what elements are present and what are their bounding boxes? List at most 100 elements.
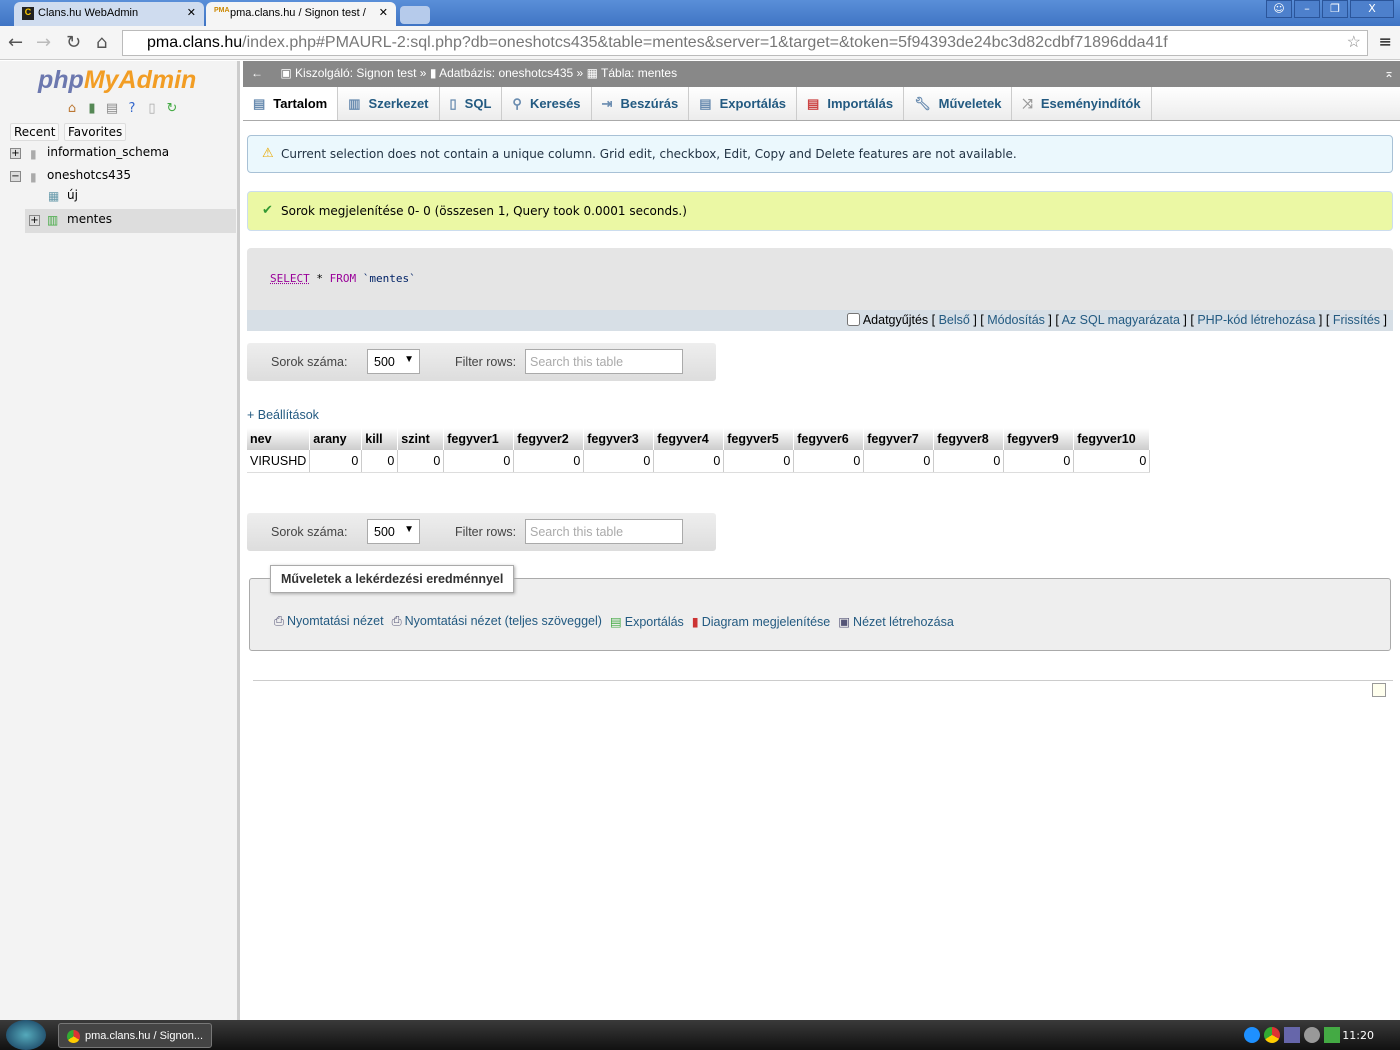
column-header-fegyver6[interactable]: fegyver6 <box>793 428 865 450</box>
reload-icon[interactable]: ↻ <box>66 32 81 53</box>
edit-link[interactable]: Módosítás <box>987 313 1045 327</box>
table-cell: 0 <box>933 450 1005 473</box>
results-table: nev arany kill szint fegyver1 fegyver2 fegyver… <box>247 428 1151 473</box>
tab-search[interactable]: ⚲ Keresés <box>502 87 592 120</box>
tree-item-new-table[interactable]: ▦ új <box>0 187 236 207</box>
filter-rows-input[interactable]: Search this table <box>525 519 683 544</box>
tree-label: mentes <box>67 212 113 226</box>
tab-insert[interactable]: ⇥ Beszúrás <box>592 87 690 120</box>
column-header-kill[interactable]: kill <box>361 428 399 450</box>
column-header-fegyver1[interactable]: fegyver1 <box>443 428 515 450</box>
tree-label: új <box>67 188 78 202</box>
settings-link[interactable]: + Beállítások <box>247 408 319 422</box>
back-icon[interactable]: ← <box>8 32 23 53</box>
chrome-tray-icon[interactable] <box>1264 1027 1280 1043</box>
phpmyadmin-logo[interactable]: phpMyAdmin <box>38 66 196 95</box>
taskbar-chrome-window[interactable]: pma.clans.hu / Signon... <box>58 1023 212 1048</box>
expand-icon[interactable]: + <box>29 215 40 226</box>
new-tab-button[interactable] <box>400 6 430 24</box>
expand-icon[interactable]: + <box>10 148 21 159</box>
close-tab-icon[interactable]: ✕ <box>187 6 196 19</box>
ie-icon[interactable] <box>1244 1027 1260 1043</box>
navigation-panel: phpMyAdmin ⌂ ▮ ▤ ? ▯ ↻ Recent Favorites … <box>0 61 240 1020</box>
minimize-button[interactable]: – <box>1294 0 1320 18</box>
table-cell: 0 <box>513 450 585 473</box>
tab-export[interactable]: ▤ Exportálás <box>689 87 798 120</box>
column-header-fegyver7[interactable]: fegyver7 <box>863 428 935 450</box>
reload-icon[interactable]: ↻ <box>164 101 180 117</box>
user-icon[interactable]: ☺ <box>1266 0 1292 18</box>
profiling-label: Adatgyűjtés <box>862 313 929 327</box>
rows-select[interactable]: 500 ▼ <box>367 519 420 544</box>
rows-select[interactable]: 500 ▼ <box>367 349 420 374</box>
browser-toolbar: ← → ↻ ⌂ pma.clans.hu/index.php#PMAURL-2:… <box>0 26 1400 60</box>
explain-sql-link[interactable]: Az SQL magyarázata <box>1062 313 1180 327</box>
scroll-top-icon[interactable]: ⌅ <box>1384 66 1394 80</box>
print-view-full-link[interactable]: ⎙ Nyomtatási nézet (teljes szöveggel) <box>392 614 602 629</box>
tab-import[interactable]: ▤ Importálás <box>797 87 905 120</box>
star-icon[interactable]: ☆ <box>1347 32 1361 52</box>
display-chart-link[interactable]: ▮ Diagram megjelenítése <box>692 614 830 629</box>
column-header-fegyver9[interactable]: fegyver9 <box>1003 428 1075 450</box>
volume-icon[interactable] <box>1304 1027 1320 1043</box>
column-header-fegyver2[interactable]: fegyver2 <box>513 428 585 450</box>
restore-button[interactable]: ❐ <box>1322 0 1348 18</box>
browser-tab-pma[interactable]: PMA pma.clans.hu / Signon test / ✕ <box>206 2 396 26</box>
tree-item-oneshotcs435[interactable]: − ▮ oneshotcs435 <box>0 167 236 187</box>
address-bar[interactable]: pma.clans.hu/index.php#PMAURL-2:sql.php?… <box>122 30 1368 56</box>
logout-icon[interactable]: ▮ <box>84 101 100 117</box>
inline-edit-link[interactable]: Belső <box>939 313 970 327</box>
forward-icon[interactable]: → <box>36 32 51 53</box>
help-icon[interactable]: ? <box>124 101 140 117</box>
favorites-button[interactable]: Favorites <box>64 123 127 141</box>
filter-rows-input[interactable]: Search this table <box>525 349 683 374</box>
warning-icon: ⚠ <box>262 146 274 161</box>
refresh-link[interactable]: Frissítés <box>1333 313 1380 327</box>
create-view-link[interactable]: ▣ Nézet létrehozása <box>838 614 954 629</box>
print-view-link[interactable]: ⎙ Nyomtatási nézet <box>274 614 384 629</box>
tree-item-information-schema[interactable]: + ▮ information_schema <box>0 144 236 164</box>
tab-sql[interactable]: ▯ SQL <box>440 87 503 120</box>
column-header-fegyver3[interactable]: fegyver3 <box>583 428 655 450</box>
table-cell: VIRUSHD <box>247 450 311 473</box>
column-header-fegyver10[interactable]: fegyver10 <box>1073 428 1151 450</box>
column-header-szint[interactable]: szint <box>397 428 445 450</box>
table-cell: 0 <box>397 450 445 473</box>
operations-legend: Műveletek a lekérdezési eredménnyel <box>270 565 515 593</box>
breadcrumb-table[interactable]: Tábla: mentes <box>601 66 677 80</box>
sql-query-box: SELECT * FROM `mentes` Adatgyűjtés [ Bel… <box>247 248 1393 331</box>
close-tab-icon[interactable]: ✕ <box>379 6 388 19</box>
sql-keyword-select[interactable]: SELECT <box>270 272 310 285</box>
column-header-nev[interactable]: nev <box>247 428 311 450</box>
query-window-icon[interactable]: ▤ <box>104 101 120 117</box>
tab-browse[interactable]: ▤ Tartalom <box>243 87 339 120</box>
table-cell: 0 <box>583 450 655 473</box>
tab-operations[interactable]: 🔧︎ Műveletek <box>904 87 1013 120</box>
tab-structure[interactable]: ▥ Szerkezet <box>338 87 440 120</box>
export-link[interactable]: ▤ Exportálás <box>610 614 684 629</box>
breadcrumb-server[interactable]: Kiszolgáló: Signon test <box>295 66 416 80</box>
profiling-checkbox[interactable] <box>847 313 861 326</box>
close-window-button[interactable]: X <box>1350 0 1394 18</box>
tab-triggers[interactable]: ⤨ Eseményindítók <box>1012 87 1152 120</box>
safely-remove-icon[interactable] <box>1324 1027 1340 1043</box>
recent-button[interactable]: Recent <box>10 123 60 141</box>
docs-icon[interactable]: ▯ <box>144 101 160 117</box>
column-header-fegyver4[interactable]: fegyver4 <box>653 428 725 450</box>
tree-item-mentes[interactable]: + ▥ mentes <box>25 209 236 233</box>
home-icon[interactable]: ⌂ <box>64 101 80 117</box>
console-icon[interactable] <box>1372 683 1386 697</box>
column-header-arany[interactable]: arany <box>309 428 363 450</box>
network-icon[interactable] <box>1284 1027 1300 1043</box>
breadcrumb-database[interactable]: Adatbázis: oneshotcs435 <box>439 66 573 80</box>
create-php-code-link[interactable]: PHP-kód létrehozása <box>1197 313 1315 327</box>
start-button[interactable] <box>6 1020 46 1050</box>
collapse-nav-icon[interactable]: ← <box>251 66 263 80</box>
menu-icon[interactable]: ≡ <box>1379 32 1392 51</box>
collapse-icon[interactable]: − <box>10 171 21 182</box>
clock[interactable]: 11:20 <box>1342 1020 1400 1050</box>
home-icon[interactable]: ⌂ <box>96 32 107 53</box>
browser-tab-webadmin[interactable]: C Clans.hu WebAdmin ✕ <box>14 2 204 26</box>
column-header-fegyver5[interactable]: fegyver5 <box>723 428 795 450</box>
column-header-fegyver8[interactable]: fegyver8 <box>933 428 1005 450</box>
